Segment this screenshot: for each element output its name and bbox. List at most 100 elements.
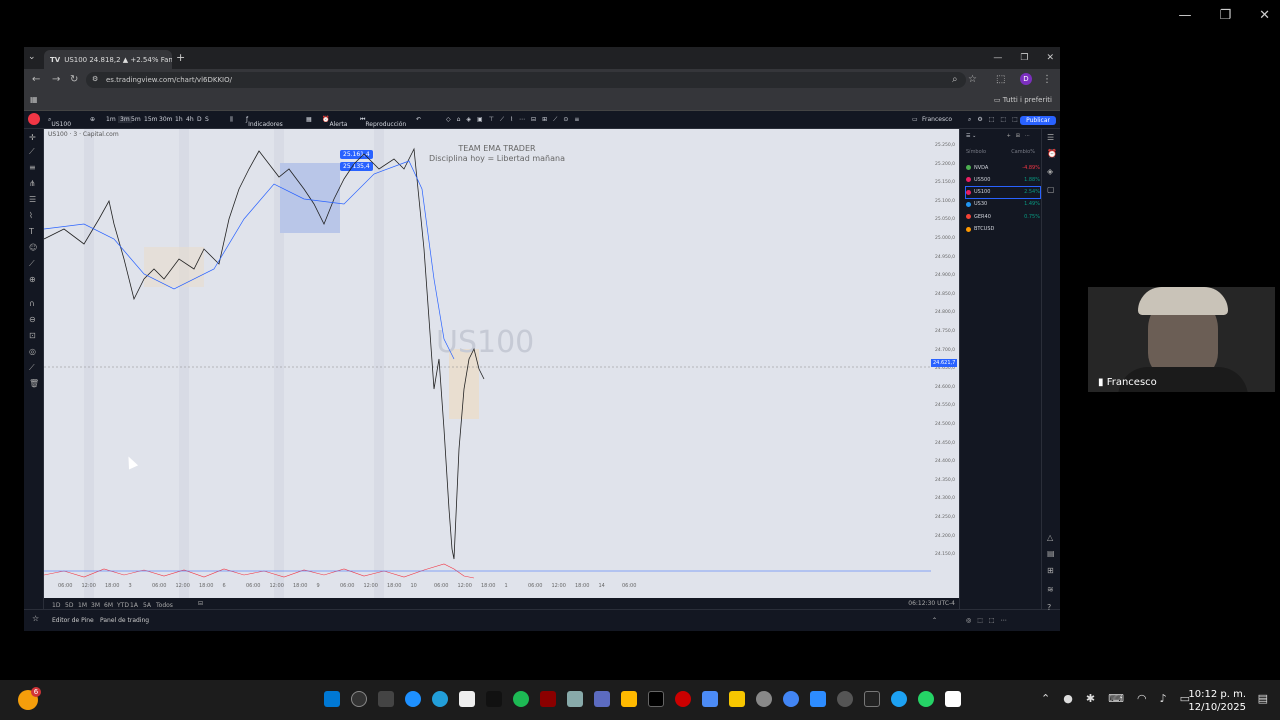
miro-icon[interactable] [729, 691, 745, 707]
trading-panel-tab[interactable]: Panel de trading [100, 617, 149, 624]
app-red-icon[interactable] [540, 691, 556, 707]
notion-icon[interactable] [945, 691, 961, 707]
magnet-icon[interactable]: ∩ [29, 299, 35, 308]
watchlist-row[interactable]: US100 2.54% [965, 185, 1041, 199]
panel-right-icons[interactable]: ◎⬚⬚⋯ [966, 617, 1013, 624]
account-name[interactable]: Francesco [922, 116, 952, 123]
clock-app-icon[interactable] [837, 691, 853, 707]
range-button[interactable]: 1M [78, 602, 87, 609]
watchlist-row[interactable]: US500 1.88% [966, 174, 1040, 185]
keyboard-icon[interactable]: ⌨ [1108, 692, 1124, 705]
browser-restore-icon[interactable]: ❐ [1020, 53, 1028, 63]
chart-canvas[interactable]: US100 · 3 · Capital.com US100 TEAM EMA T… [44, 129, 959, 598]
watchlist-title-icon[interactable]: ☰ ⌄ [966, 133, 976, 139]
file-explorer-icon[interactable] [621, 691, 637, 707]
whatsapp-icon[interactable] [918, 691, 934, 707]
compare-icon[interactable]: ⊕ [90, 116, 95, 123]
tray-app-icon[interactable]: ● [1063, 692, 1073, 705]
site-info-icon[interactable]: ⚙ [92, 75, 98, 83]
link-icon[interactable]: ⟋ [29, 363, 35, 373]
lock-draw-icon[interactable]: ⊖ [29, 315, 36, 324]
help-icon[interactable]: ? [1047, 603, 1051, 612]
forward-icon[interactable]: → [52, 74, 60, 85]
notepad-icon[interactable] [459, 691, 475, 707]
undo-icon[interactable]: ↶ [416, 116, 421, 123]
widgets-icon[interactable]: 6 [18, 687, 41, 710]
pine-editor-tab[interactable]: Editor de Pine [52, 617, 94, 624]
tradingview-taskbar-icon[interactable] [648, 691, 664, 707]
star-icon[interactable]: ☆ [32, 614, 39, 623]
timeframe-1m[interactable]: 1m [106, 116, 116, 123]
settings-gear-icon[interactable] [756, 691, 772, 707]
timeframe-30m[interactable]: 30m [159, 116, 172, 123]
pitchfork-icon[interactable]: ⋔ [29, 179, 36, 188]
tray-overflow-icon[interactable]: ⌃ [1041, 692, 1050, 705]
signal-icon[interactable]: ≋ [1047, 585, 1054, 594]
layers-icon[interactable]: ◈ [1047, 167, 1053, 176]
taskbar-clock[interactable]: 10:12 p. m. 12/10/2025 [1188, 688, 1246, 714]
collapse-icon[interactable]: ⌃ [932, 617, 937, 624]
reload-icon[interactable]: ↻ [70, 74, 78, 85]
maximize-button[interactable]: ❐ [1219, 8, 1231, 23]
minimize-button[interactable]: — [1178, 8, 1191, 23]
spotify-icon[interactable] [513, 691, 529, 707]
chart-type-icon[interactable]: ⫼ [230, 116, 233, 124]
trash-icon[interactable]: 🗑 [29, 379, 39, 388]
hide-icon[interactable]: ◎ [29, 347, 36, 356]
timeframe-1h[interactable]: 1h [175, 116, 183, 123]
app-blue-icon[interactable] [702, 691, 718, 707]
timeframe-15m[interactable]: 15m [144, 116, 157, 123]
watchlist-icon[interactable]: ☰ [1047, 133, 1054, 142]
chrome-icon[interactable] [783, 691, 799, 707]
range-button[interactable]: 1A [130, 602, 138, 609]
timeframe-3m[interactable]: 3m [118, 116, 132, 123]
app-cyan-icon[interactable] [891, 691, 907, 707]
calendar-icon[interactable]: ▤ [1047, 549, 1055, 558]
task-view-icon[interactable] [378, 691, 394, 707]
publish-button[interactable]: Publicar [1020, 116, 1056, 125]
alert-button[interactable]: ⏰ Alerta [322, 116, 347, 128]
hlines-icon[interactable]: ≡ [29, 163, 36, 172]
calculator-icon[interactable] [594, 691, 610, 707]
pattern-icon[interactable]: ⌇ [29, 211, 33, 220]
bookmark-star-icon[interactable]: ☆ [968, 74, 977, 85]
browser-tab[interactable]: TV US100 24.818,2 ▲ +2.54% Fan ✕ [44, 50, 172, 69]
watchlist-row[interactable]: NVDA -4.89% [966, 162, 1040, 173]
brush-icon[interactable]: ☺ [29, 243, 37, 252]
watchlist-row[interactable]: US30 1.49% [966, 199, 1040, 210]
zoom-in-icon[interactable]: ⊕ [29, 275, 36, 284]
capcut-icon[interactable] [486, 691, 502, 707]
wifi-icon[interactable]: ◠ [1137, 692, 1147, 705]
templates-icon[interactable]: ▦ [306, 116, 312, 123]
telegram-icon[interactable] [432, 691, 448, 707]
search-icon[interactable] [351, 691, 367, 707]
trendline-icon[interactable]: ⟋ [29, 147, 35, 157]
address-bar[interactable]: ⚙ es.tradingview.com/chart/vl6DKKIO/ [86, 72, 966, 88]
user-avatar[interactable] [28, 113, 40, 125]
watchlist-actions-icon[interactable]: +⊞⋯ [1007, 133, 1035, 139]
time-axis[interactable]: 06:00 12:00 18:00 3 06:00 12:00 18:00 6 06:00 12:… [44, 580, 959, 592]
ruler-icon[interactable]: ⟋ [29, 259, 35, 269]
indicators-button[interactable]: ƒ Indicadores [246, 116, 283, 128]
range-button[interactable]: 5D [65, 602, 73, 609]
lock-icon[interactable]: ⊡ [29, 331, 36, 340]
range-button[interactable]: 6M [104, 602, 113, 609]
back-icon[interactable]: ← [32, 74, 40, 85]
grid-icon[interactable]: ⊞ [1047, 566, 1054, 575]
price-axis[interactable]: 25.250,0 25.200,0 25.150,0 25.100,0 25.050,0… [931, 129, 959, 598]
replay-button[interactable]: ⏮ Reproducción [360, 116, 406, 128]
chat-icon[interactable]: ▢ [1047, 185, 1055, 194]
all-bookmarks-link[interactable]: ▭ Tutti i preferiti [994, 96, 1052, 104]
profile-avatar[interactable]: D [1020, 73, 1032, 85]
app-dark-icon[interactable] [864, 691, 880, 707]
snipping-icon[interactable] [567, 691, 583, 707]
browser-close-icon[interactable]: ✕ [1046, 53, 1054, 63]
close-button[interactable]: ✕ [1259, 8, 1270, 23]
text-icon[interactable]: T [29, 227, 34, 236]
notifications-icon[interactable]: ▤ [1258, 692, 1268, 705]
volume-icon[interactable]: ♪ [1160, 692, 1167, 705]
ideas-icon[interactable]: △ [1047, 533, 1053, 542]
timeframe-4h[interactable]: 4h [186, 116, 194, 123]
chart-settings-icons[interactable]: ⌕⚙⬚⬚⬚ [968, 116, 1024, 124]
timeframe-s[interactable]: S [205, 116, 209, 123]
